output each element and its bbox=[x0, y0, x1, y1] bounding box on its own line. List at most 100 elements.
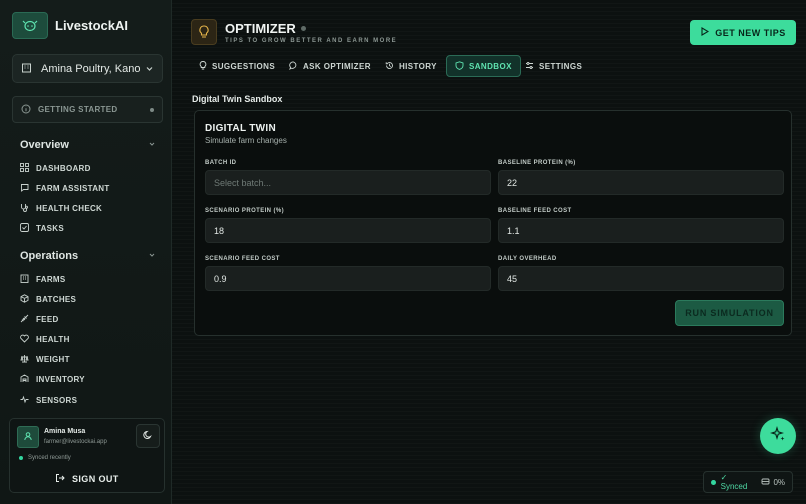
digital-twin-panel: DIGITAL TWIN Simulate farm changes BATCH… bbox=[194, 110, 792, 336]
scale-icon bbox=[20, 354, 29, 365]
sidebar-item-label: INVENTORY bbox=[36, 375, 85, 384]
baseline-feed-cost-field[interactable] bbox=[498, 218, 784, 243]
daily-overhead-field[interactable] bbox=[498, 266, 784, 291]
sidebar-item-sensors[interactable]: SENSORS bbox=[20, 395, 77, 406]
grid-icon bbox=[20, 163, 29, 174]
history-icon bbox=[385, 61, 394, 72]
profile-name: Amina Musa bbox=[44, 428, 86, 435]
sidebar-item-farms[interactable]: FARMS bbox=[20, 274, 66, 285]
page-subtitle: TIPS TO GROW BETTER AND EARN MORE bbox=[225, 38, 398, 44]
scenario-protein-field[interactable] bbox=[205, 218, 491, 243]
sidebar-item-tasks[interactable]: TASKS bbox=[20, 223, 64, 234]
run-simulation-button[interactable]: RUN SIMULATION bbox=[675, 300, 784, 326]
getting-started-label: GETTING STARTED bbox=[38, 105, 118, 114]
section-operations[interactable]: Operations bbox=[20, 250, 156, 262]
tab-suggestions[interactable]: SUGGESTIONS bbox=[199, 55, 275, 77]
ai-assistant-button[interactable] bbox=[760, 418, 796, 454]
theme-toggle-button[interactable] bbox=[136, 424, 160, 448]
storage-usage-value: 0% bbox=[773, 477, 785, 487]
heart-icon bbox=[20, 334, 29, 345]
sliders-icon bbox=[525, 61, 534, 72]
database-icon bbox=[761, 477, 770, 488]
farm-selector[interactable]: Amina Poultry, Kano bbox=[12, 54, 163, 83]
sidebar-item-farm-assistant[interactable]: FARM ASSISTANT bbox=[20, 183, 110, 194]
scenario-feed-cost-label: SCENARIO FEED COST bbox=[205, 256, 280, 262]
wheat-icon bbox=[20, 314, 29, 325]
sidebar-item-weight[interactable]: WEIGHT bbox=[20, 354, 70, 365]
getting-started-button[interactable]: GETTING STARTED bbox=[12, 96, 163, 123]
sync-status-text: Synced recently bbox=[28, 455, 71, 461]
sidebar-item-label: BATCHES bbox=[36, 295, 77, 304]
logout-icon bbox=[55, 473, 65, 485]
section-operations-title: Operations bbox=[20, 250, 79, 262]
sidebar-item-batches[interactable]: BATCHES bbox=[20, 294, 76, 305]
app-name: LivestockAI bbox=[55, 18, 128, 33]
baseline-protein-field[interactable] bbox=[498, 170, 784, 195]
status-dot bbox=[300, 26, 306, 31]
sidebar: LivestockAI Amina Poultry, Kano GETTING … bbox=[0, 0, 172, 504]
sidebar-item-health-check[interactable]: HEALTH CHECK bbox=[20, 203, 102, 214]
pulse-icon bbox=[20, 395, 29, 406]
batch-id-field[interactable] bbox=[205, 170, 491, 195]
chat-icon bbox=[20, 183, 29, 194]
chevron-down-icon bbox=[148, 250, 156, 262]
sync-status-text: Synced bbox=[720, 482, 748, 491]
baseline-protein-label: BASELINE PROTEIN (%) bbox=[498, 160, 576, 166]
brand[interactable]: LivestockAI bbox=[12, 12, 128, 39]
tab-label: SETTINGS bbox=[539, 61, 583, 71]
sidebar-item-label: FEED bbox=[36, 315, 59, 324]
sidebar-item-label: WEIGHT bbox=[36, 355, 70, 364]
box-icon bbox=[20, 294, 29, 305]
section-overview[interactable]: Overview bbox=[20, 139, 156, 151]
profile-email: farmer@livestockai.app bbox=[44, 439, 107, 445]
section-overview-title: Overview bbox=[20, 139, 69, 151]
stethoscope-icon bbox=[20, 203, 29, 214]
cow-logo-icon bbox=[12, 12, 48, 39]
scenario-protein-label: SCENARIO PROTEIN (%) bbox=[205, 208, 285, 214]
sidebar-item-feed[interactable]: FEED bbox=[20, 314, 59, 325]
sparkles-icon bbox=[770, 425, 786, 447]
lightbulb-icon bbox=[191, 19, 217, 45]
info-circle-icon bbox=[21, 101, 31, 119]
sync-dot bbox=[711, 479, 716, 485]
scenario-feed-cost-field[interactable] bbox=[205, 266, 491, 291]
sync-status: Synced recently bbox=[19, 455, 71, 461]
sync-status: ✓ Synced bbox=[721, 473, 754, 491]
storage-usage: 0% bbox=[761, 477, 785, 488]
tab-label: SANDBOX bbox=[469, 61, 512, 71]
sidebar-item-label: FARMS bbox=[36, 275, 66, 284]
daily-overhead-label: DAILY OVERHEAD bbox=[498, 256, 557, 262]
sidebar-item-label: TASKS bbox=[36, 224, 65, 233]
get-new-tips-button[interactable]: GET NEW TIPS bbox=[690, 20, 796, 45]
play-icon bbox=[700, 27, 710, 38]
tab-label: HISTORY bbox=[399, 61, 437, 71]
check-icon: ✓ bbox=[720, 473, 728, 482]
lightbulb-icon bbox=[199, 60, 207, 72]
tab-label: ASK OPTIMIZER bbox=[303, 61, 371, 71]
sign-out-label: SIGN OUT bbox=[72, 474, 119, 484]
status-bar[interactable]: ✓ Synced 0% bbox=[703, 471, 793, 493]
sidebar-item-label: SENSORS bbox=[36, 396, 78, 405]
batch-id-label: BATCH ID bbox=[205, 160, 237, 166]
warehouse-icon bbox=[20, 374, 29, 385]
get-new-tips-label: GET NEW TIPS bbox=[715, 27, 786, 38]
sign-out-button[interactable]: SIGN OUT bbox=[55, 473, 119, 485]
checkbox-icon bbox=[20, 223, 29, 234]
chevron-down-icon bbox=[145, 60, 154, 78]
tab-sandbox[interactable]: SANDBOX bbox=[446, 55, 521, 77]
panel-subtitle: Simulate farm changes bbox=[205, 136, 287, 145]
sidebar-item-label: HEALTH bbox=[36, 335, 70, 344]
tab-ask-optimizer[interactable]: ASK OPTIMIZER bbox=[289, 55, 371, 77]
sidebar-item-dashboard[interactable]: DASHBOARD bbox=[20, 163, 91, 174]
avatar[interactable] bbox=[17, 426, 39, 448]
tab-settings[interactable]: SETTINGS bbox=[525, 55, 582, 77]
farm-building-icon bbox=[21, 60, 32, 78]
tab-history[interactable]: HISTORY bbox=[385, 55, 437, 77]
user-icon bbox=[23, 428, 33, 446]
main-content: OPTIMIZER TIPS TO GROW BETTER AND EARN M… bbox=[172, 0, 806, 504]
panel-title: DIGITAL TWIN bbox=[205, 123, 276, 134]
baseline-feed-cost-label: BASELINE FEED COST bbox=[498, 208, 572, 214]
sidebar-item-label: HEALTH CHECK bbox=[36, 204, 103, 213]
sidebar-item-inventory[interactable]: INVENTORY bbox=[20, 374, 85, 385]
sidebar-item-health[interactable]: HEALTH bbox=[20, 334, 70, 345]
